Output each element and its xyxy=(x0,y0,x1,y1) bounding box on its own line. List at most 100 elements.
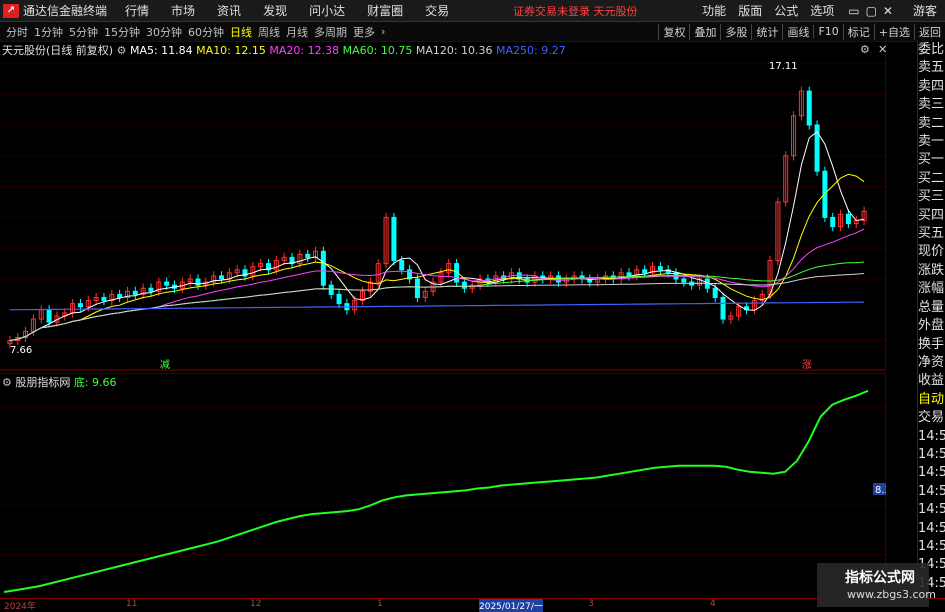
login-warning[interactable]: 证券交易未登录 天元股份 xyxy=(513,3,638,19)
ma20-label: MA20: 12.38 xyxy=(269,44,340,57)
quote-field-26: 14:56 xyxy=(918,520,945,536)
tool-add-watchlist[interactable]: +自选 xyxy=(873,23,914,40)
candle-body xyxy=(806,90,812,126)
candle-body xyxy=(845,213,851,225)
signal-badge-right: 涨 xyxy=(802,359,812,371)
candle-body xyxy=(336,293,342,305)
menu-function[interactable]: 功能 xyxy=(702,2,726,19)
tool-draw[interactable]: 画线 xyxy=(782,23,813,40)
candle-body xyxy=(391,216,397,262)
period-multi[interactable]: 多周期 xyxy=(314,24,347,40)
period-weekly[interactable]: 周线 xyxy=(258,24,280,40)
quote-field-16: 换手 xyxy=(918,336,945,352)
quote-field-25: 14:56 xyxy=(918,502,945,518)
tool-stats[interactable]: 统计 xyxy=(751,23,782,40)
quote-field-6: 买一 xyxy=(918,152,945,168)
main-legend: 天元股份(日线 前复权) ⚙ MA5: 11.84 MA10: 12.15 MA… xyxy=(2,42,566,58)
period-60min[interactable]: 60分钟 xyxy=(188,24,224,40)
period-intraday[interactable]: 分时 xyxy=(6,24,28,40)
period-toolbar: 分时 1分钟 5分钟 15分钟 30分钟 60分钟 日线 周线 月线 多周期 更… xyxy=(0,22,945,42)
time-axis: 2024年 11 12 1 2025/01/27/一 3 4 xyxy=(0,598,945,612)
watermark-title: 指标公式网 xyxy=(845,570,915,586)
tool-mark[interactable]: 标记 xyxy=(842,23,874,40)
price-chart[interactable]: 17.0016.0015.0014.0013.0012.0011.0010.00… xyxy=(0,41,886,371)
restore-icon[interactable]: ▢ xyxy=(866,4,877,18)
candle-body xyxy=(305,253,311,258)
indicator-settings-icon[interactable]: ⚙ xyxy=(2,376,15,389)
indicator-chart[interactable]: 9.509.008.508.00 8.38 xyxy=(0,373,886,598)
quote-field-19[interactable]: 自动 xyxy=(918,391,945,409)
quote-field-15: 外盘 xyxy=(918,318,945,334)
menu-market[interactable]: 市场 xyxy=(171,2,195,19)
app-logo-icon: ↗ xyxy=(3,3,19,18)
quote-field-3: 卖三 xyxy=(918,97,945,113)
current-value-label: 8.38 xyxy=(875,485,886,496)
candle-body xyxy=(132,290,138,295)
period-15min[interactable]: 15分钟 xyxy=(104,24,140,40)
quote-field-5: 卖一 xyxy=(918,134,945,150)
settings-icon[interactable]: ⚙ xyxy=(117,44,130,57)
ma120-line xyxy=(9,273,865,342)
quote-field-17: 净资 xyxy=(918,354,945,370)
sub-legend: ⚙ 股朋指标网 底: 9.66 xyxy=(2,374,117,390)
menu-quotes[interactable]: 行情 xyxy=(125,2,149,19)
close-icon[interactable]: ✕ xyxy=(883,4,893,18)
xaxis-label-1: 11 xyxy=(126,599,138,609)
close-pane-icon[interactable]: ✕ xyxy=(878,43,887,56)
ma5-line xyxy=(9,131,865,342)
minimize-icon[interactable]: ▭ xyxy=(848,4,859,18)
tool-overlay[interactable]: 叠加 xyxy=(689,23,720,40)
tool-adjust[interactable]: 复权 xyxy=(658,23,689,40)
tool-multi-stock[interactable]: 多股 xyxy=(720,23,751,40)
ma10-line xyxy=(9,173,865,342)
ma250-line xyxy=(9,301,865,311)
menu-ask[interactable]: 问小达 xyxy=(309,2,345,19)
period-30min[interactable]: 30分钟 xyxy=(146,24,182,40)
ma60-label: MA60: 10.75 xyxy=(342,44,413,57)
quote-field-4: 卖二 xyxy=(918,115,945,131)
candle-body xyxy=(219,275,224,280)
period-daily[interactable]: 日线 xyxy=(230,24,252,40)
quote-field-2: 卖四 xyxy=(918,78,945,94)
menu-trade[interactable]: 交易 xyxy=(425,2,449,19)
menu-bar: ↗ 通达信金融终端 行情 市场 资讯 发现 问小达 财富圈 交易 证券交易未登录… xyxy=(0,0,945,22)
indicator-title: 股朋指标网 xyxy=(15,376,71,389)
quote-field-23: 14:56 xyxy=(918,465,945,481)
candle-body xyxy=(148,287,154,292)
quote-field-24: 14:56 xyxy=(918,483,945,499)
candle-body xyxy=(830,216,836,228)
app-title: 通达信金融终端 xyxy=(23,4,108,18)
period-monthly[interactable]: 月线 xyxy=(286,24,308,40)
indicator-value: 底: 9.66 xyxy=(73,376,117,389)
gear-icon[interactable]: ⚙ xyxy=(860,43,870,56)
menu-formula[interactable]: 公式 xyxy=(774,2,798,19)
menu-news[interactable]: 资讯 xyxy=(217,2,241,19)
xaxis-label-2: 12 xyxy=(250,599,262,609)
period-more[interactable]: 更多 xyxy=(353,24,375,40)
signal-badge-left: 减 xyxy=(160,359,170,371)
tool-f10[interactable]: F10 xyxy=(813,25,842,38)
period-1min[interactable]: 1分钟 xyxy=(34,24,63,40)
ma250-label: MA250: 9.27 xyxy=(496,44,566,57)
candle-body xyxy=(657,266,663,271)
quote-field-18: 收益 xyxy=(918,373,945,389)
candle-body xyxy=(101,296,107,302)
menu-discover[interactable]: 发现 xyxy=(263,2,287,19)
tool-back[interactable]: 返回 xyxy=(914,23,945,40)
chevron-right-icon[interactable]: › xyxy=(381,25,385,38)
main-title: 天元股份(日线 前复权) xyxy=(2,44,114,57)
quote-field-22: 14:56 xyxy=(918,446,945,462)
xaxis-label-5: 3 xyxy=(588,599,594,609)
candle-body xyxy=(720,296,726,320)
period-5min[interactable]: 5分钟 xyxy=(69,24,98,40)
quote-field-9: 买四 xyxy=(918,207,945,223)
menu-options[interactable]: 选项 xyxy=(810,2,834,19)
quote-field-0: 委比 xyxy=(918,42,945,57)
candle-body xyxy=(626,272,632,277)
candle-body xyxy=(77,303,83,308)
ma5-label: MA5: 11.84 xyxy=(129,44,193,57)
user-label[interactable]: 游客 xyxy=(913,2,937,19)
menu-layout[interactable]: 版面 xyxy=(738,2,762,19)
menu-wealth[interactable]: 财富圈 xyxy=(367,2,403,19)
site-watermark: 指标公式网 www.zbgs3.com xyxy=(817,563,936,607)
